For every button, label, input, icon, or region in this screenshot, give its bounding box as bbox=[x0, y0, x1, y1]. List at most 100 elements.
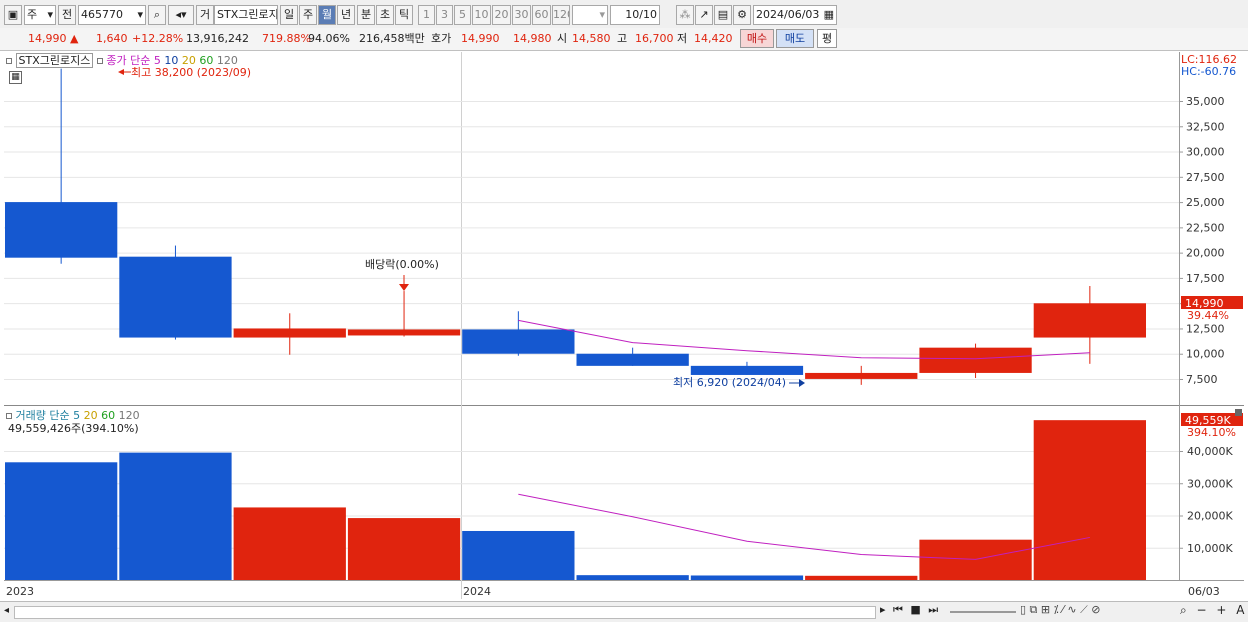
stock-code-value: 465770 bbox=[81, 8, 123, 21]
volume-value: 49,559,426주(394.10%) bbox=[8, 422, 139, 435]
candle-body[interactable] bbox=[1033, 303, 1146, 338]
interval-120[interactable]: 120 bbox=[552, 5, 570, 25]
candle-body[interactable] bbox=[462, 329, 575, 354]
volume-bar[interactable] bbox=[690, 575, 804, 580]
current-price-value: 14,990 bbox=[28, 32, 67, 45]
volume-bar[interactable] bbox=[5, 462, 118, 580]
date-field[interactable]: 2024/06/03 ▦ bbox=[753, 5, 837, 25]
stock-tag[interactable]: STX그린로지스 bbox=[15, 53, 94, 68]
scroll-left-icon[interactable]: ◂ bbox=[4, 605, 9, 616]
compare-icon[interactable]: ⁂ bbox=[676, 5, 694, 25]
drawing-tools[interactable]: ▯ ⧉ ⊞ ⁒ ⁄ ∿ ⟋ ⊘ bbox=[1020, 603, 1100, 617]
stock-name-field[interactable]: STX그린로지 bbox=[214, 5, 278, 25]
price-tick-label: 35,000 bbox=[1186, 95, 1225, 108]
dividend-note: 배당락(0.00%) bbox=[365, 258, 439, 271]
sell-button[interactable]: 매도 bbox=[776, 29, 814, 48]
interval-1[interactable]: 1 bbox=[418, 5, 435, 25]
volume-tick-label: 30,000K bbox=[1187, 477, 1233, 490]
interval-5[interactable]: 5 bbox=[454, 5, 471, 25]
tab-month[interactable]: 월 bbox=[318, 5, 336, 25]
interval-10[interactable]: 10 bbox=[472, 5, 491, 25]
save-icon[interactable]: ▤ bbox=[714, 5, 732, 25]
high-label: 고 bbox=[617, 32, 628, 45]
volume-bar[interactable] bbox=[347, 518, 461, 580]
prev-button[interactable]: 전 bbox=[58, 5, 76, 25]
ma-120[interactable]: 120 bbox=[217, 54, 238, 67]
ma-10[interactable]: 10 bbox=[164, 54, 178, 67]
candle-body[interactable] bbox=[5, 202, 118, 258]
interval-20[interactable]: 20 bbox=[492, 5, 511, 25]
volume-bar[interactable] bbox=[233, 507, 346, 580]
stock-code-input[interactable]: 465770 ▾ bbox=[78, 5, 146, 25]
date-value: 2024/06/03 bbox=[756, 8, 820, 21]
legend-marker-icon bbox=[6, 58, 12, 64]
trade-button[interactable]: 거 bbox=[196, 5, 214, 25]
stock-chart[interactable]: 35,000 32,500 30,000 27,500 25,000 22,500 20,0… bbox=[0, 50, 1248, 601]
speaker-icon[interactable]: ◂▾ bbox=[168, 5, 194, 25]
close-icon[interactable] bbox=[1235, 409, 1242, 416]
zoom-controls[interactable]: ⌕ − + A bbox=[1180, 603, 1247, 618]
search-icon[interactable]: ⌕ bbox=[148, 5, 166, 25]
x-label-start: 2023 bbox=[6, 585, 34, 598]
hc-label: HC:-60.76 bbox=[1181, 65, 1236, 78]
bid-price: 14,980 bbox=[513, 32, 552, 45]
period-type-select[interactable]: 주 ▾ bbox=[24, 5, 56, 25]
candle-body[interactable] bbox=[805, 372, 918, 379]
current-price: 14,990 ▲ bbox=[28, 31, 78, 47]
volume-bar[interactable] bbox=[576, 575, 689, 580]
price-tick-label: 25,000 bbox=[1186, 196, 1225, 209]
horizontal-scrollbar[interactable] bbox=[14, 606, 876, 619]
chevron-down-icon: ▾ bbox=[137, 8, 143, 21]
window-menu-icon[interactable]: ▣ bbox=[4, 5, 22, 25]
table-icon[interactable]: ▦ bbox=[9, 71, 22, 84]
tab-year[interactable]: 년 bbox=[337, 5, 355, 25]
volume-bar[interactable] bbox=[1033, 420, 1146, 580]
tab-second[interactable]: 초 bbox=[376, 5, 394, 25]
open-price: 14,580 bbox=[572, 32, 611, 45]
candle-body[interactable] bbox=[690, 365, 804, 375]
x-label-end: 06/03 bbox=[1188, 585, 1220, 598]
price-change: 1,640 bbox=[96, 32, 128, 45]
interval-30[interactable]: 30 bbox=[512, 5, 531, 25]
candle-body[interactable] bbox=[919, 347, 1032, 373]
trade-strength: 94.06% bbox=[308, 32, 350, 45]
ma-60[interactable]: 60 bbox=[199, 54, 213, 67]
tab-tick[interactable]: 틱 bbox=[395, 5, 413, 25]
interval-select[interactable]: ▾ bbox=[572, 5, 608, 25]
scroll-toolbar: ◂ ▸ ⏮ ■ ⏭ ▯ ⧉ ⊞ ⁒ ⁄ ∿ ⟋ ⊘ ⌕ − + A bbox=[0, 601, 1248, 622]
count-field[interactable]: 10/10 bbox=[610, 5, 660, 25]
price-tick-label: 20,000 bbox=[1186, 247, 1225, 260]
tab-day[interactable]: 일 bbox=[280, 5, 298, 25]
candle-body[interactable] bbox=[347, 329, 461, 336]
volume-bar[interactable] bbox=[805, 575, 918, 580]
volume-tick-label: 10,000K bbox=[1187, 542, 1233, 555]
volume-tick-label: 20,000K bbox=[1187, 510, 1233, 523]
calendar-icon: ▦ bbox=[823, 8, 834, 21]
volume-bar[interactable] bbox=[119, 452, 232, 580]
candle-body[interactable] bbox=[233, 328, 346, 338]
volume-ratio: 719.88% bbox=[262, 32, 311, 45]
low-note: 최저 6,920 (2024/04) bbox=[673, 376, 786, 389]
interval-3[interactable]: 3 bbox=[436, 5, 453, 25]
avg-button[interactable]: 평 bbox=[817, 29, 837, 48]
gear-icon[interactable]: ⚙ bbox=[733, 5, 751, 25]
price-tick-label: 22,500 bbox=[1186, 221, 1225, 234]
draw-tool-icon[interactable]: ↗ bbox=[695, 5, 713, 25]
toolbar: ▣ 주 ▾ 전 465770 ▾ ⌕ ◂▾ 거 STX그린로지 일 주 월 년 분 … bbox=[0, 0, 1248, 29]
candle-body[interactable] bbox=[576, 353, 689, 366]
ma-20[interactable]: 20 bbox=[182, 54, 196, 67]
tab-minute[interactable]: 분 bbox=[357, 5, 375, 25]
zoom-slider[interactable] bbox=[950, 611, 1016, 613]
price-tick-label: 12,500 bbox=[1186, 322, 1225, 335]
playback-controls[interactable]: ▸ ⏮ ■ ⏭ bbox=[880, 603, 940, 617]
tab-week[interactable]: 주 bbox=[299, 5, 317, 25]
ma-label[interactable]: 종가 단순 5 bbox=[106, 54, 160, 67]
buy-button[interactable]: 매수 bbox=[740, 29, 774, 48]
price-tick-label: 27,500 bbox=[1186, 171, 1225, 184]
candle-body[interactable] bbox=[119, 256, 232, 338]
volume-bar[interactable] bbox=[462, 530, 575, 580]
price-tick-label: 17,500 bbox=[1186, 272, 1225, 285]
chevron-down-icon: ▾ bbox=[47, 8, 53, 21]
low-annotation: 최저 6,920 (2024/04) bbox=[673, 376, 805, 389]
interval-60[interactable]: 60 bbox=[532, 5, 551, 25]
